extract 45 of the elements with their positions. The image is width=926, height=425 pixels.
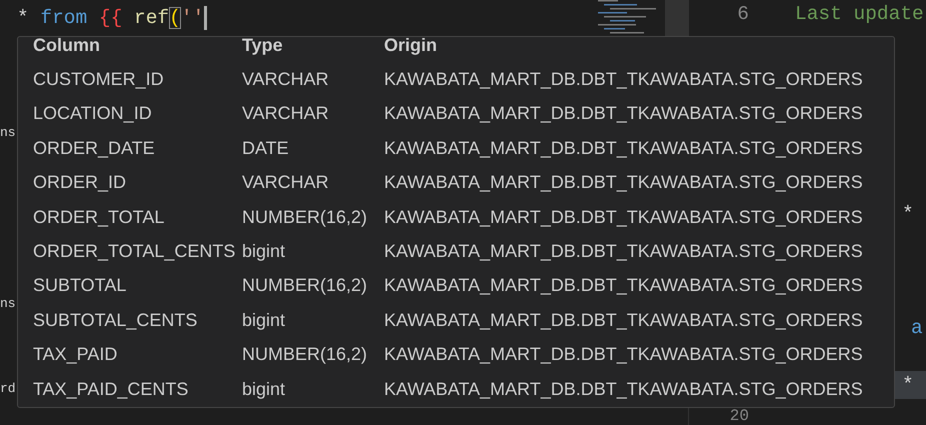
code-text: * xyxy=(902,202,914,225)
table-cell-text: bigint xyxy=(242,241,286,262)
table-cell-text: ORDER_ID xyxy=(33,172,128,194)
scrollbar-thumb[interactable] xyxy=(665,0,688,36)
table-cell-text: KAWABATA_MART_DB.DBT_TKAWABATA.STG_ORDERS xyxy=(384,172,864,194)
code-text: ns xyxy=(0,124,16,140)
table-cell-text: ORDER_TOTAL xyxy=(33,206,166,228)
table-cell-text: bigint xyxy=(242,310,286,331)
table-cell-text: LOCATION_ID xyxy=(33,103,153,124)
table-cell-text: KAWABATA_MART_DB.DBT_TKAWABATA.STG_ORDERS xyxy=(384,344,864,366)
table-cell-text: VARCHAR xyxy=(242,172,330,194)
code-text: a xyxy=(911,316,923,339)
table-cell-text: VARCHAR xyxy=(242,103,330,124)
table-cell-text: KAWABATA_MART_DB.DBT_TKAWABATA.STG_ORDERS xyxy=(384,241,864,262)
line-number: 20 xyxy=(728,408,749,425)
table-cell-text: ORDER_TOTAL_CENTS xyxy=(33,241,236,262)
table-cell-text: ORDER_DATE xyxy=(33,138,156,159)
column-header: Type xyxy=(242,34,284,56)
table-cell-text: KAWABATA_MART_DB.DBT_TKAWABATA.STG_ORDERS xyxy=(384,310,864,331)
table-cell-text: SUBTOTAL xyxy=(33,275,128,296)
line-number: 6 xyxy=(736,3,749,26)
table-cell-text: DATE xyxy=(242,138,290,159)
table-cell-text: TAX_PAID xyxy=(33,344,118,366)
table-cell-text: KAWABATA_MART_DB.DBT_TKAWABATA.STG_ORDERS xyxy=(384,138,864,159)
column-header: Column xyxy=(33,34,101,56)
table-cell-text: VARCHAR xyxy=(242,69,330,90)
code-text: rd xyxy=(0,381,16,396)
table-cell-text: KAWABATA_MART_DB.DBT_TKAWABATA.STG_ORDERS xyxy=(384,69,864,90)
table-cell-text: CUSTOMER_ID xyxy=(33,69,165,90)
table-cell-text: bigint xyxy=(242,378,286,400)
text-cursor xyxy=(204,6,208,30)
table-cell-text: KAWABATA_MART_DB.DBT_TKAWABATA.STG_ORDERS xyxy=(384,206,864,228)
code-text: Last update xyxy=(795,3,924,26)
table-cell-text: NUMBER(16,2) xyxy=(242,206,368,228)
code-text: ns xyxy=(0,296,16,311)
table-cell-text: NUMBER(16,2) xyxy=(242,275,368,296)
column-header: Origin xyxy=(384,34,438,56)
table-cell-text: KAWABATA_MART_DB.DBT_TKAWABATA.STG_ORDERS xyxy=(384,275,864,296)
table-cell-text: TAX_PAID_CENTS xyxy=(33,378,190,400)
table-cell-text: KAWABATA_MART_DB.DBT_TKAWABATA.STG_ORDERS xyxy=(384,103,864,124)
table-cell-text: KAWABATA_MART_DB.DBT_TKAWABATA.STG_ORDERS xyxy=(384,378,864,400)
table-cell-text: NUMBER(16,2) xyxy=(242,344,368,366)
code-text: * xyxy=(902,374,914,396)
code-line: * from {{ ref('' xyxy=(17,7,204,30)
table-cell-text: SUBTOTAL_CENTS xyxy=(33,310,198,331)
